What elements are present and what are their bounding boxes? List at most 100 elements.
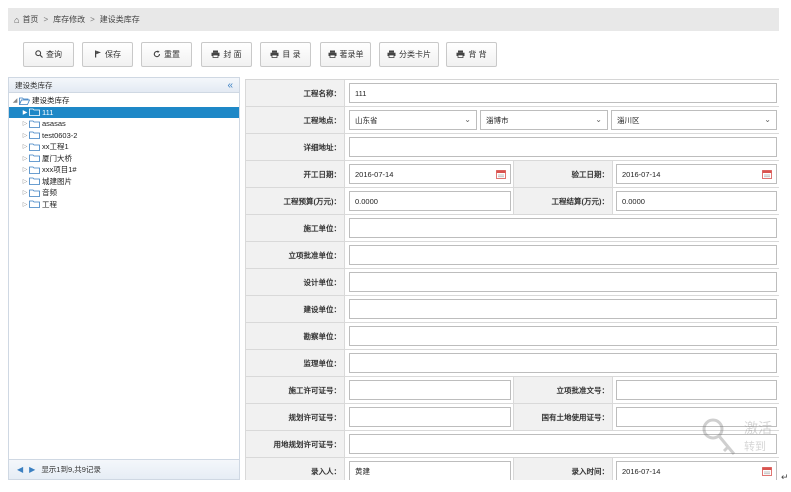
planning-permit-input[interactable] — [349, 407, 511, 427]
tree-node-asasas[interactable]: ▷ asasas — [9, 118, 239, 130]
province-select[interactable]: 山东省 ⌄ — [349, 110, 477, 130]
breadcrumb: ⌂ 首页 > 库存修改 > 建设类库存 — [8, 8, 779, 31]
tree-node-label: 111 — [42, 107, 54, 117]
expand-arrow-icon[interactable]: ▷ — [21, 166, 29, 173]
form-row-builder-unit: 建设单位： — [245, 296, 779, 323]
collapse-left-icon[interactable]: « — [227, 80, 233, 91]
query-button-label: 查询 — [46, 50, 62, 59]
builder-unit-input[interactable] — [349, 299, 777, 319]
form-row-design-unit: 设计单位： — [245, 269, 779, 296]
breadcrumb-inventory-edit[interactable]: 库存修改 — [53, 14, 85, 25]
tree-node-label: 建设类库存 — [32, 96, 70, 106]
design-unit-label: 设计单位： — [245, 269, 345, 295]
district-value: 淄川区 — [617, 115, 640, 125]
tree-node-xx-project[interactable]: ▷ xx工程1 — [9, 141, 239, 153]
survey-unit-input[interactable] — [349, 326, 777, 346]
construction-unit-label: 施工单位： — [245, 215, 345, 241]
category-card-print-label: 分类卡片 — [399, 50, 431, 59]
query-button[interactable]: 查询 — [23, 42, 74, 67]
city-select[interactable]: 淄博市 ⌄ — [480, 110, 608, 130]
tree-node-xxx-project[interactable]: ▷ xxx项目1# — [9, 164, 239, 176]
search-icon — [35, 49, 43, 60]
expand-arrow-icon[interactable]: ▷ — [21, 178, 29, 185]
reset-button[interactable]: 重置 — [141, 42, 192, 67]
tree-node-111[interactable]: ▶ 111 — [9, 106, 239, 118]
entry-time-input[interactable]: 2016-07-14 — [616, 461, 777, 480]
approval-doc-input[interactable] — [616, 380, 777, 400]
expand-arrow-icon[interactable]: ▷ — [21, 155, 29, 162]
tree-node-xiamen-bridge[interactable]: ▷ 厦门大桥 — [9, 153, 239, 165]
expand-arrow-icon[interactable]: ▶ — [21, 109, 29, 116]
back-print-button[interactable]: 背 背 — [446, 42, 497, 67]
design-unit-input[interactable] — [349, 272, 777, 292]
next-page-icon[interactable]: ▶ — [29, 465, 35, 474]
settlement-input[interactable]: 0.0000 — [616, 191, 777, 211]
project-name-input[interactable]: 111 — [349, 83, 777, 103]
expand-arrow-icon[interactable]: ▷ — [21, 120, 29, 127]
expand-arrow-icon[interactable]: ▷ — [21, 143, 29, 150]
prev-page-icon[interactable]: ◀ — [17, 465, 23, 474]
start-date-label: 开工日期： — [245, 161, 345, 187]
construction-unit-input[interactable] — [349, 218, 777, 238]
form-row-entry: 录入人： 黄建 录入时间： 2016-07-14 — [245, 458, 779, 480]
print-icon — [387, 50, 396, 60]
tree-node-label: asasas — [42, 119, 66, 129]
folder-icon — [29, 154, 40, 163]
breadcrumb-home[interactable]: 首页 — [22, 14, 38, 25]
tree-node-engineering[interactable]: ▷ 工程 — [9, 199, 239, 211]
land-planning-permit-label: 用地规划许可证号： — [245, 431, 345, 457]
supervision-unit-label: 监理单位： — [245, 350, 345, 376]
register-print-label: 著录单 — [339, 50, 364, 59]
expand-arrow-icon[interactable]: ▷ — [21, 132, 29, 139]
form-row-survey-unit: 勘察单位： — [245, 323, 779, 350]
land-use-cert-label: 国有土地使用证号： — [513, 404, 613, 430]
save-button-label: 保存 — [105, 50, 121, 59]
builder-unit-label: 建设单位： — [245, 296, 345, 322]
breadcrumb-separator: > — [90, 15, 95, 24]
register-print-button[interactable]: 著录单 — [320, 42, 371, 67]
start-date-input[interactable]: 2016-07-14 — [349, 164, 511, 184]
folder-icon — [29, 131, 40, 140]
calendar-icon[interactable] — [762, 466, 772, 476]
tree-node-test0603-2[interactable]: ▷ test0603-2 — [9, 130, 239, 142]
address-input[interactable] — [349, 137, 777, 157]
category-card-print-button[interactable]: 分类卡片 — [379, 42, 439, 67]
approval-unit-label: 立项批准单位： — [245, 242, 345, 268]
home-icon[interactable]: ⌂ — [14, 15, 19, 25]
chevron-down-icon: ⌄ — [764, 115, 771, 124]
expand-arrow-icon[interactable]: ◢ — [11, 97, 19, 104]
district-select[interactable]: 淄川区 ⌄ — [611, 110, 777, 130]
toolbar: 查询 保存 重置 封 面 目 录 著录单 分类卡片 背 背 — [8, 32, 779, 76]
print-icon — [456, 50, 465, 60]
entered-by-input[interactable]: 黄建 — [349, 461, 511, 480]
accept-date-label: 验工日期： — [513, 161, 613, 187]
tree-node-label: 工程 — [42, 199, 57, 209]
save-button[interactable]: 保存 — [82, 42, 133, 67]
catalog-print-button[interactable]: 目 录 — [260, 42, 311, 67]
calendar-icon[interactable] — [496, 169, 506, 179]
tree-node-audio[interactable]: ▷ 音频 — [9, 187, 239, 199]
tree-pager: ◀ ▶ 显示1到9,共9记录 — [9, 459, 239, 479]
form-row-construction-unit: 施工单位： — [245, 215, 779, 242]
entry-time-value: 2016-07-14 — [622, 466, 661, 476]
budget-input[interactable]: 0.0000 — [349, 191, 511, 211]
city-value: 淄博市 — [486, 115, 509, 125]
pager-summary: 显示1到9,共9记录 — [41, 465, 101, 474]
cover-print-button[interactable]: 封 面 — [201, 42, 252, 67]
expand-arrow-icon[interactable]: ▷ — [21, 201, 29, 208]
construction-permit-input[interactable] — [349, 380, 511, 400]
calendar-icon[interactable] — [762, 169, 772, 179]
cover-print-label: 封 面 — [223, 50, 242, 59]
save-icon — [94, 50, 102, 60]
folder-icon — [29, 108, 40, 117]
breadcrumb-current: 建设类库存 — [99, 15, 140, 24]
supervision-unit-input[interactable] — [349, 353, 777, 373]
approval-unit-input[interactable] — [349, 245, 777, 265]
tree-root-node[interactable]: ◢ 建设类库存 — [9, 95, 239, 107]
expand-arrow-icon[interactable]: ▷ — [21, 189, 29, 196]
form-row-project-name: 工程名称： 111 — [245, 80, 779, 107]
construction-permit-label: 施工许可证号： — [245, 377, 345, 403]
tree-node-urban-images[interactable]: ▷ 城建图片 — [9, 176, 239, 188]
breadcrumb-separator: > — [43, 15, 49, 24]
accept-date-input[interactable]: 2016-07-14 — [616, 164, 777, 184]
